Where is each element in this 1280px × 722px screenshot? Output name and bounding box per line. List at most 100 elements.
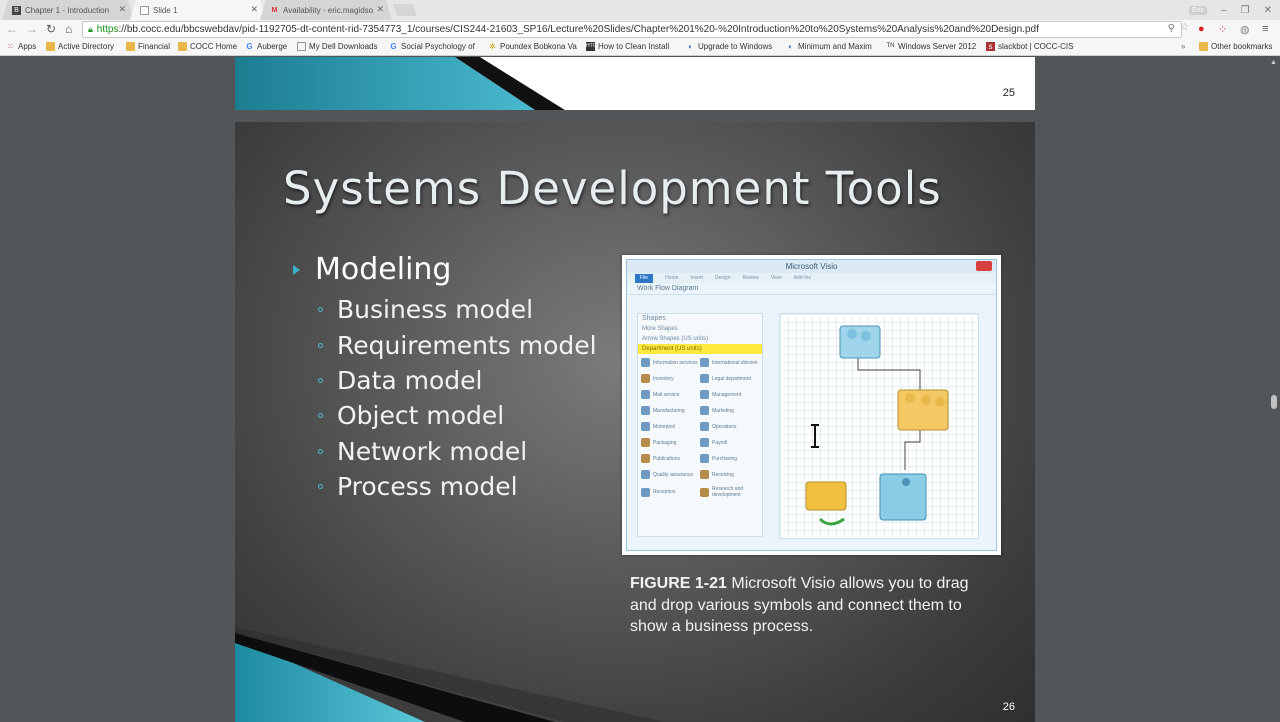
tab-chapter-1[interactable]: B Chapter 1 - Introduction ✕ bbox=[2, 0, 134, 20]
site-icon: HTG bbox=[586, 42, 597, 51]
shipping-truck-icon bbox=[805, 481, 847, 526]
home-icon[interactable]: ⌂ bbox=[65, 22, 72, 36]
restore-icon[interactable]: ❐ bbox=[1241, 5, 1250, 16]
pdf-viewer[interactable]: 25 Systems Development Tools Modeling Bu… bbox=[0, 57, 1280, 722]
department-shape-icon bbox=[641, 422, 650, 431]
google-icon: G bbox=[246, 42, 253, 51]
scrollbar-thumb[interactable] bbox=[1271, 395, 1277, 409]
sub-bullet-list: Business model Requirements model Data m… bbox=[318, 292, 597, 504]
department-shape-icon bbox=[700, 454, 709, 463]
tab-label: Availability - eric.magidso bbox=[283, 5, 374, 15]
list-item: Manufacturing bbox=[641, 406, 700, 415]
figure-label: FIGURE 1-21 bbox=[630, 575, 727, 592]
bookmark-active-directory[interactable]: Active Directory bbox=[46, 42, 114, 51]
figure-visio-screenshot: Microsoft Visio File Home Insert Design … bbox=[622, 255, 1001, 555]
slack-icon: s bbox=[986, 42, 995, 51]
bullet-dot-icon bbox=[318, 342, 323, 348]
visio-window: Microsoft Visio File Home Insert Design … bbox=[626, 259, 997, 551]
list-item: Motorpool bbox=[641, 422, 700, 431]
url-text: ://bb.cocc.edu/bbcswebdav/pid-1192705-dt… bbox=[118, 24, 1039, 35]
folder-icon bbox=[178, 42, 187, 51]
pdf-page-current: Systems Development Tools Modeling Busin… bbox=[235, 122, 1035, 722]
bookmark-clean-install[interactable]: HTG How to Clean Install bbox=[586, 42, 669, 51]
close-tab-icon[interactable]: ✕ bbox=[376, 4, 384, 15]
workers-icon bbox=[879, 473, 927, 521]
bookmark-minimum-maximum[interactable]: ◐ Minimum and Maxim bbox=[786, 42, 872, 51]
department-shape-icon bbox=[641, 390, 650, 399]
tab-slide-1[interactable]: Slide 1 ✕ bbox=[130, 0, 266, 20]
department-shape-icon bbox=[641, 374, 650, 383]
bookmark-slackbot[interactable]: s slackbot | COCC-CIS bbox=[986, 42, 1073, 51]
address-bar[interactable]: 🔒︎ https://bb.cocc.edu/bbcswebdav/pid-11… bbox=[82, 21, 1189, 38]
viewer-scrollbar[interactable]: ▲ bbox=[1268, 57, 1280, 720]
star-icon[interactable]: ☆ bbox=[1180, 22, 1189, 33]
bookmark-financial[interactable]: Financial bbox=[126, 42, 170, 51]
tab-label: Chapter 1 - Introduction bbox=[25, 5, 110, 15]
folder-icon bbox=[1199, 42, 1208, 51]
list-item: International division bbox=[700, 358, 759, 367]
text-cursor-icon bbox=[811, 424, 819, 448]
back-icon[interactable]: ← bbox=[6, 22, 18, 36]
extension-icon[interactable]: ● bbox=[1198, 23, 1205, 35]
bookmark-cocc-home[interactable]: COCC Home bbox=[178, 42, 237, 51]
bookmark-other[interactable]: Other bookmarks bbox=[1199, 42, 1272, 51]
reload-icon[interactable]: ↻ bbox=[46, 22, 56, 36]
department-shape-icon bbox=[700, 470, 709, 479]
list-item: Packaging bbox=[641, 438, 700, 447]
list-item: Inventory bbox=[641, 374, 700, 383]
bullet-arrow-icon bbox=[293, 264, 300, 275]
close-window-icon[interactable]: ✕ bbox=[1264, 5, 1272, 16]
visio-shape-grid: Information services International divis… bbox=[638, 354, 762, 502]
minimize-icon[interactable]: – bbox=[1221, 5, 1227, 16]
list-item: Process model bbox=[318, 469, 597, 504]
visio-shapes-pane: Shapes More Shapes Arrow Shapes (US unit… bbox=[637, 313, 763, 537]
bullet-dot-icon bbox=[318, 377, 323, 383]
scroll-up-icon[interactable]: ▲ bbox=[1270, 59, 1277, 66]
apps-grid-icon: ⁙ bbox=[7, 42, 14, 51]
slide-title: Systems Development Tools bbox=[283, 162, 942, 215]
list-item: Research and development bbox=[700, 486, 759, 498]
window-controls: Eric – ❐ ✕ bbox=[1189, 0, 1272, 20]
list-item: Marketing bbox=[700, 406, 759, 415]
bookmark-apps[interactable]: ⁙ Apps bbox=[6, 42, 36, 51]
list-item: Payroll bbox=[700, 438, 759, 447]
page-number: 25 bbox=[1002, 87, 1015, 99]
bullet-dot-icon bbox=[318, 448, 323, 454]
extension-3-icon[interactable]: ◍ bbox=[1240, 23, 1250, 36]
bookmark-upgrade-windows[interactable]: ◐ Upgrade to Windows bbox=[686, 42, 772, 51]
bookmark-windows-server[interactable]: TN Windows Server 2012 bbox=[886, 42, 977, 51]
page-icon bbox=[297, 42, 306, 51]
user-chip[interactable]: Eric bbox=[1189, 5, 1208, 15]
site-icon: ✲ bbox=[489, 42, 496, 51]
department-shape-icon bbox=[700, 358, 709, 367]
list-item: Requirements model bbox=[318, 327, 597, 362]
main-bullet: Modeling bbox=[293, 252, 451, 287]
bookmarks-overflow-chevron[interactable]: » bbox=[1181, 42, 1185, 51]
bookmark-auberge[interactable]: G Auberge bbox=[245, 42, 287, 51]
list-item: Network model bbox=[318, 434, 597, 469]
forward-icon[interactable]: → bbox=[26, 22, 38, 36]
department-shape-icon bbox=[700, 406, 709, 415]
department-shape-icon bbox=[641, 406, 650, 415]
bookmark-social-psychology[interactable]: G Social Psychology of bbox=[389, 42, 474, 51]
close-tab-icon[interactable]: ✕ bbox=[250, 4, 258, 15]
department-shape-icon bbox=[641, 454, 650, 463]
list-item: Data model bbox=[318, 363, 597, 398]
lock-icon: 🔒︎ bbox=[88, 24, 93, 34]
tab-gmail[interactable]: M Availability - eric.magidso ✕ bbox=[260, 0, 392, 20]
close-tab-icon[interactable]: ✕ bbox=[118, 4, 126, 15]
gmail-icon: M bbox=[271, 6, 278, 14]
list-item: Information services bbox=[641, 358, 700, 367]
slide-footer-decoration bbox=[235, 627, 665, 722]
list-item: Management bbox=[700, 390, 759, 399]
bookmark-poundex[interactable]: ✲ Poundex Bobkona Va bbox=[488, 42, 577, 51]
extension-2-icon[interactable]: ⁘ bbox=[1218, 23, 1227, 36]
new-tab-button[interactable] bbox=[392, 4, 418, 16]
list-item: Business model bbox=[318, 292, 597, 327]
bookmarks-bar: ⁙ Apps Active Directory Financial COCC Ho… bbox=[0, 39, 1280, 56]
bookmark-dell-downloads[interactable]: My Dell Downloads bbox=[297, 42, 377, 51]
department-shape-icon bbox=[700, 487, 709, 497]
zoom-icon[interactable]: ⚲ bbox=[1168, 23, 1175, 34]
department-shape-icon bbox=[641, 358, 650, 367]
menu-icon[interactable]: ≡ bbox=[1262, 23, 1268, 35]
